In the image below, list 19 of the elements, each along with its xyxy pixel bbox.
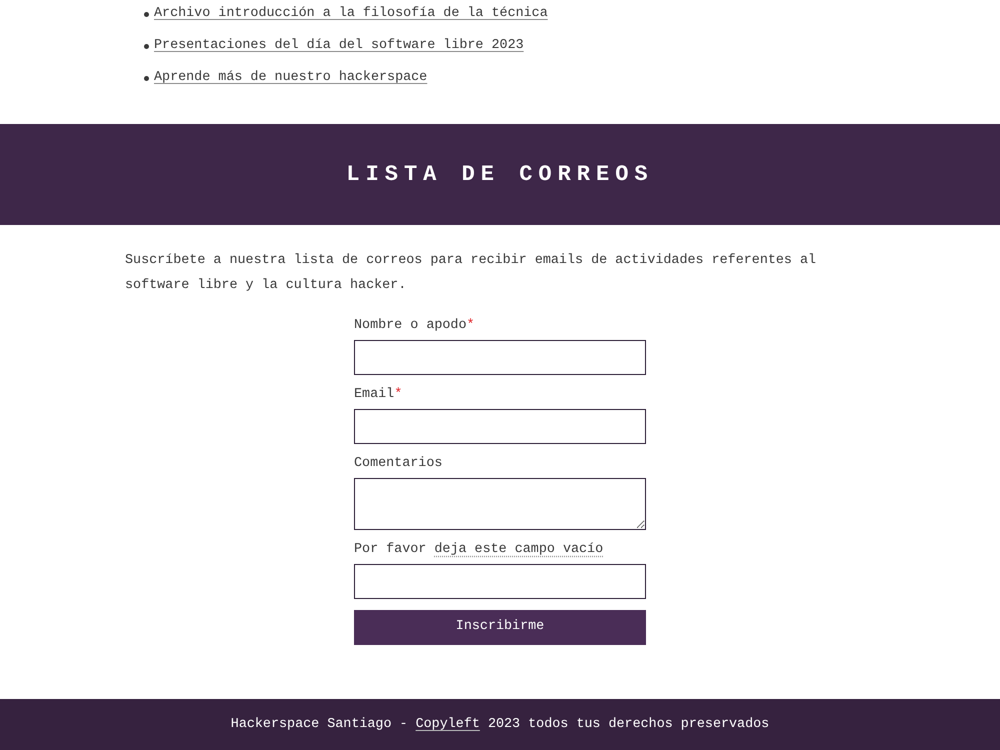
input-field[interactable] <box>354 409 646 444</box>
resource-link[interactable]: Presentaciones del día del software libre 2023 <box>154 36 524 56</box>
section-title: LISTA DE CORREOS <box>346 160 654 188</box>
bullet-icon <box>144 12 149 16</box>
comments-field[interactable] <box>354 478 646 530</box>
field-label: Email* <box>354 386 404 404</box>
footer-text: Hackerspace Santiago - Copyleft 2023 todos tus derechos preservados <box>230 716 770 734</box>
input-field[interactable] <box>354 564 646 599</box>
copyleft-link[interactable]: Copyleft <box>416 716 480 732</box>
resource-link[interactable]: Archivo introducción a la filosofía de la técnica <box>154 4 548 24</box>
field-label: Por favor deja este campo vacío <box>354 541 604 559</box>
field-label: Comentarios <box>354 455 444 473</box>
bullet-icon <box>144 44 149 48</box>
intro-text: Suscríbete a nuestra lista de correos para recibir emails de actividades referentes al software libre y la cultura hacker. <box>125 252 818 295</box>
bullet-icon <box>144 76 149 80</box>
input-field[interactable] <box>354 340 646 375</box>
field-label: Nombre o apodo* <box>354 317 476 335</box>
resource-link[interactable]: Aprende más de nuestro hackerspace <box>154 68 428 88</box>
subscribe-button[interactable]: Inscribirme <box>354 610 646 645</box>
